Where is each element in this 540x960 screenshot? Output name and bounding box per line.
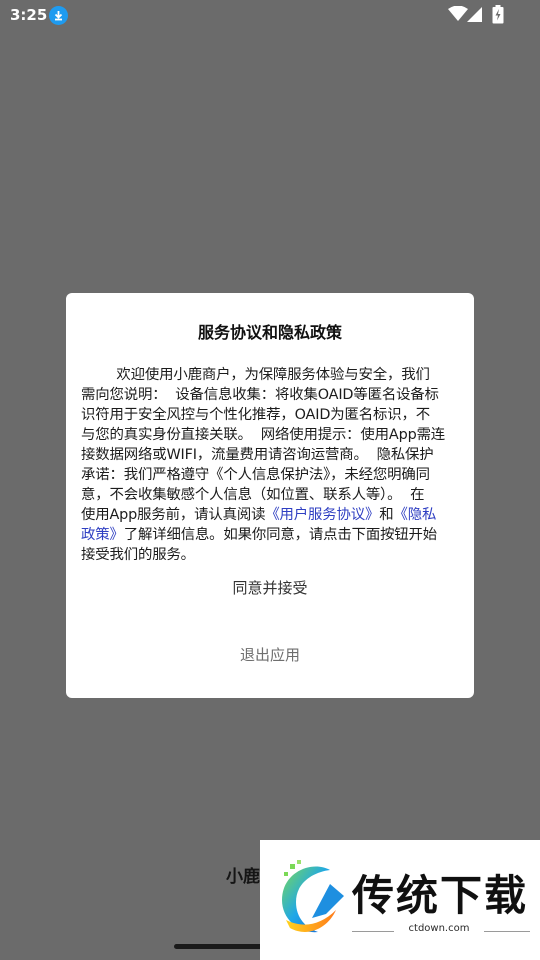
body-line: 识符用于安全风控与个性化推荐，OAID为匿名标识，不: [81, 407, 430, 423]
body-line: 使用App服务前，请认真阅读: [81, 507, 266, 523]
privacy-policy-link[interactable]: 《隐私: [394, 507, 437, 523]
privacy-policy-link-continued[interactable]: 政策》: [81, 527, 124, 543]
body-line: 承诺：我们严格遵守《个人信息保护法》，未经您明确同: [81, 467, 430, 483]
agree-button[interactable]: 同意并接受: [66, 573, 474, 603]
site-name: 传统下载: [352, 871, 529, 920]
status-time: 3:25: [10, 6, 48, 24]
site-logo-icon: [272, 858, 350, 942]
divider: [484, 931, 530, 932]
body-line: 接受我们的服务。: [81, 547, 195, 563]
dialog-body: 欢迎使用小鹿商户，为保障服务体验与安全，我们 需向您说明： 设备信息收集：将收集…: [81, 365, 459, 565]
and-text: 和: [379, 507, 394, 523]
body-line: 意，不会收集敏感个人信息（如位置、联系人等）。 在: [81, 487, 425, 503]
body-line: 与您的真实身份直接关联。 网络使用提示：使用App需连: [81, 427, 446, 443]
privacy-dialog: 服务协议和隐私政策 欢迎使用小鹿商户，为保障服务体验与安全，我们 需向您说明： …: [66, 293, 474, 698]
download-icon: [49, 6, 68, 25]
wifi-icon: [448, 5, 468, 26]
body-line: 了解详细信息。如果你同意，请点击下面按钮开始: [123, 527, 438, 543]
status-bar: 3:25: [0, 0, 540, 32]
dialog-title: 服务协议和隐私政策: [197, 323, 342, 342]
divider: [352, 931, 394, 932]
body-line: 需向您说明： 设备信息收集：将收集OAID等匿名设备标: [81, 387, 439, 403]
battery-charging-icon: [492, 5, 504, 28]
body-line: 欢迎使用小鹿商户，为保障服务体验与安全，我们: [81, 367, 430, 383]
exit-app-button[interactable]: 退出应用: [66, 640, 474, 670]
signal-icon: [467, 7, 483, 26]
body-line: 接数据网络或WIFI，流量费用请咨询运营商。 隐私保护: [81, 447, 434, 463]
site-url: ctdown.com: [408, 923, 470, 934]
background-brand-text: 小鹿: [226, 867, 260, 887]
site-watermark: 传统下载 ctdown.com: [260, 840, 540, 960]
user-agreement-link[interactable]: 《用户服务协议》: [265, 507, 379, 523]
